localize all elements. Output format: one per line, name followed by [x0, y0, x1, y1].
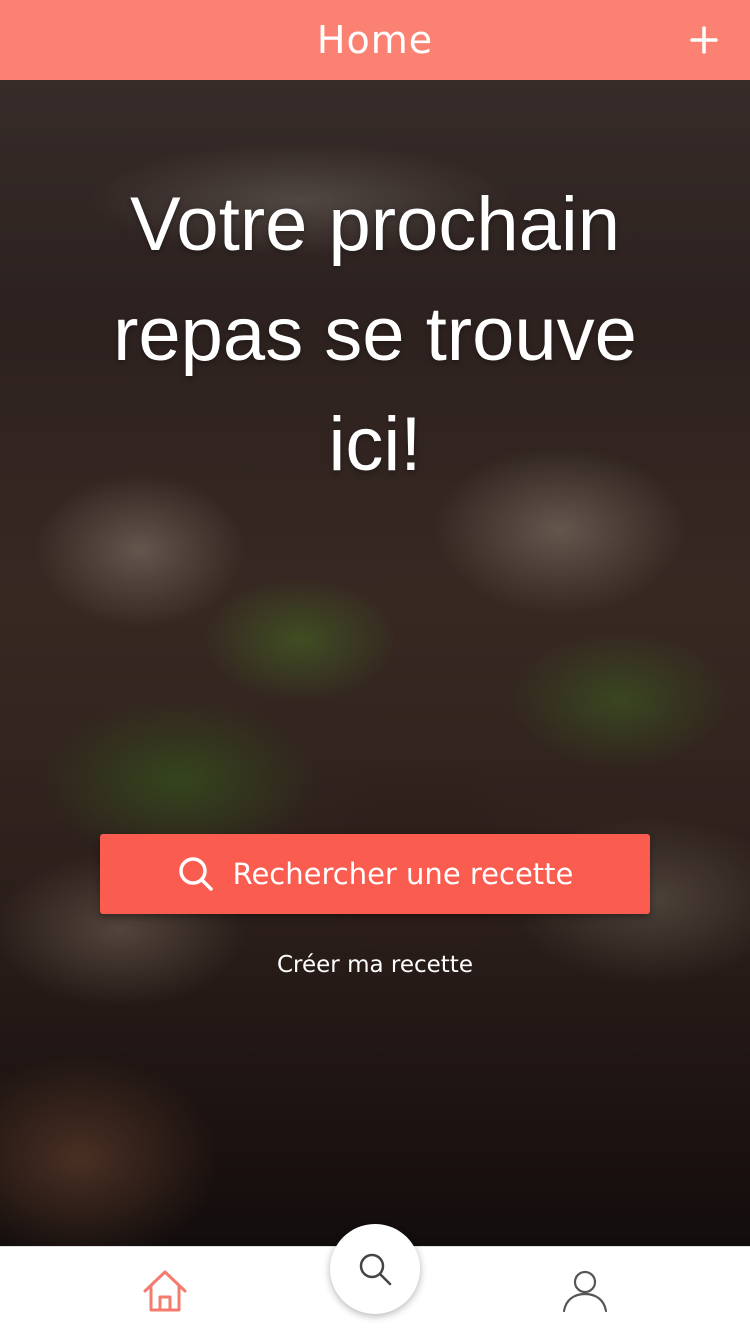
- tab-profile[interactable]: [525, 1247, 645, 1334]
- search-button-label: Rechercher une recette: [232, 857, 574, 891]
- search-recipe-button[interactable]: Rechercher une recette: [100, 834, 650, 914]
- tab-home[interactable]: [105, 1247, 225, 1334]
- tab-search[interactable]: [330, 1224, 420, 1314]
- create-recipe-link[interactable]: Créer ma recette: [0, 952, 750, 978]
- app-header: Home: [0, 0, 750, 80]
- home-screen: Home Votre prochain repas se trouve ici!…: [0, 0, 750, 1334]
- hero-title: Votre prochain repas se trouve ici!: [113, 182, 637, 487]
- search-icon: [359, 1253, 392, 1286]
- plus-icon: [690, 26, 718, 54]
- user-icon: [562, 1270, 608, 1313]
- page-title: Home: [316, 18, 434, 62]
- add-recipe-button[interactable]: [680, 16, 728, 64]
- search-icon: [178, 857, 213, 891]
- home-icon: [143, 1270, 187, 1312]
